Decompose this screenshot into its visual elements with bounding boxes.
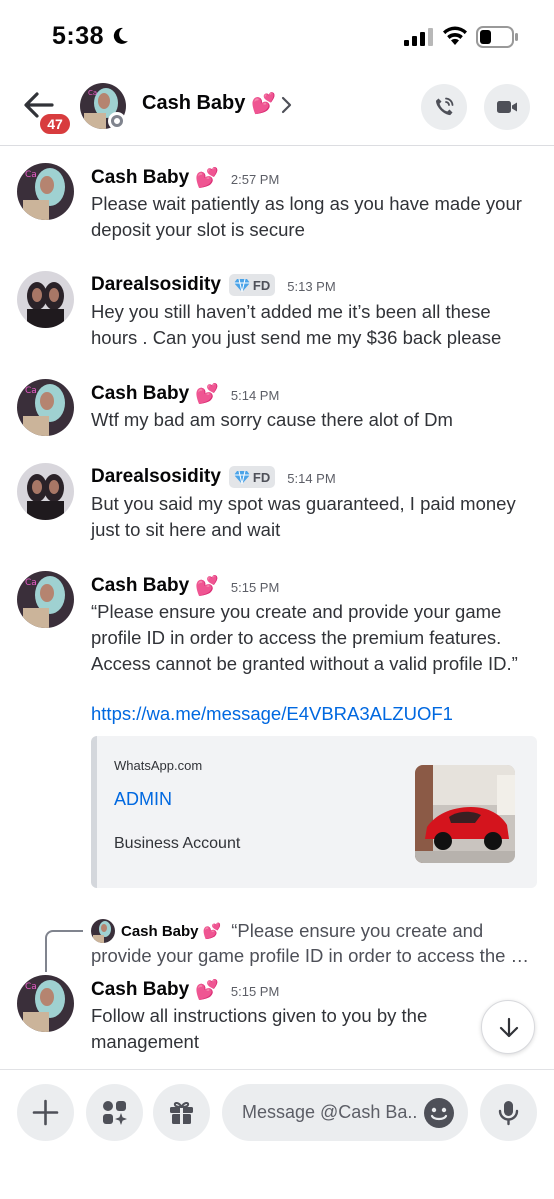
gift-icon xyxy=(170,1101,193,1124)
timestamp: 5:15 PM xyxy=(230,984,280,999)
timestamp: 5:14 PM xyxy=(287,471,336,486)
message-header: Cash Baby 💕 5:15 PM xyxy=(91,978,279,1002)
gem-icon xyxy=(233,278,250,292)
reply-preview-text: provide your game profile ID in order to… xyxy=(91,945,530,966)
video-call-button[interactable] xyxy=(484,84,530,130)
svg-text:Ca: Ca xyxy=(88,89,97,97)
author-name[interactable]: Cash Baby xyxy=(91,383,189,405)
svg-text:Ca: Ca xyxy=(25,170,37,180)
reply-author: Cash Baby xyxy=(121,922,199,940)
message-text: But you said my spot was guaranteed, I p… xyxy=(91,493,516,540)
message-list[interactable]: Ca Cash Baby 💕 2:57 PM Please wait patie… xyxy=(0,147,554,1069)
avatar[interactable]: Ca xyxy=(17,379,74,436)
message-text: Follow all instructions given to you by … xyxy=(91,1005,428,1052)
author-name[interactable]: Darealsosidity xyxy=(91,274,221,296)
timestamp: 5:14 PM xyxy=(230,388,280,403)
emoji-icon xyxy=(424,1098,454,1128)
svg-text:Ca: Ca xyxy=(25,578,37,588)
wifi-icon xyxy=(443,26,467,45)
message-text: Hey you still haven’t added me it’s been… xyxy=(91,301,502,348)
microphone-icon xyxy=(498,1101,519,1126)
message-text: “Please ensure you create and provide yo… xyxy=(91,601,518,674)
offline-status-indicator xyxy=(108,112,126,130)
badge-text: FD xyxy=(252,277,271,293)
svg-text:Ca: Ca xyxy=(25,982,37,992)
message-text: Please wait patiently as long as you hav… xyxy=(91,193,522,240)
voice-message-button[interactable] xyxy=(480,1084,537,1141)
jump-to-present-button[interactable] xyxy=(481,1000,535,1054)
timestamp: 2:57 PM xyxy=(230,172,280,187)
embed-provider[interactable]: WhatsApp.com xyxy=(114,758,202,773)
reply-preview[interactable]: Cash Baby 💕 “Please ensure you create an… xyxy=(91,919,483,943)
author-name[interactable]: Darealsosidity xyxy=(91,466,221,488)
author-name[interactable]: Cash Baby xyxy=(91,575,189,597)
heart-emoji: 💕 xyxy=(195,980,219,1001)
channel-title[interactable]: Cash Baby 💕 xyxy=(142,91,276,116)
heart-emoji: 💕 xyxy=(195,576,219,597)
message-header: Darealsosidity FD 5:13 PM xyxy=(91,274,336,296)
embed-description: Business Account xyxy=(114,835,241,852)
message-header: Cash Baby 💕 2:57 PM xyxy=(91,166,279,190)
apps-button[interactable] xyxy=(86,1084,143,1141)
emoji-button[interactable] xyxy=(423,1097,455,1129)
channel-title-text: Cash Baby xyxy=(142,92,246,114)
gem-icon xyxy=(233,470,250,484)
apps-icon xyxy=(103,1101,127,1125)
message-header: Cash Baby 💕 5:14 PM xyxy=(91,382,279,406)
phone-call-icon xyxy=(436,97,454,116)
message-link[interactable]: https://wa.me/message/E4VBRA3ALZUOF1 xyxy=(91,703,453,725)
heart-emoji: 💕 xyxy=(195,168,219,189)
svg-text:Ca: Ca xyxy=(25,386,37,396)
badge-text: FD xyxy=(252,469,271,485)
message-header: Darealsosidity FD 5:14 PM xyxy=(91,466,336,488)
avatar[interactable]: Ca xyxy=(17,571,74,628)
avatar[interactable] xyxy=(17,463,74,520)
message-text: Wtf my bad am sorry cause there alot of … xyxy=(91,409,453,430)
reply-connector xyxy=(45,930,83,972)
heart-emoji: 💕 xyxy=(195,384,219,405)
moon-icon xyxy=(113,27,128,44)
server-tag-badge: FD xyxy=(228,466,276,488)
attach-button[interactable] xyxy=(17,1084,74,1141)
heart-emoji: 💕 xyxy=(202,923,222,940)
author-name[interactable]: Cash Baby xyxy=(91,979,189,1001)
arrow-down-icon xyxy=(499,1017,519,1038)
avatar xyxy=(91,919,115,943)
unread-badge: 47 xyxy=(38,112,72,136)
link-embed[interactable]: WhatsApp.com ADMIN Business Account xyxy=(91,736,537,888)
server-tag-badge: FD xyxy=(228,274,276,296)
reply-preview-text: “Please ensure you create and xyxy=(231,920,484,941)
timestamp: 5:15 PM xyxy=(230,580,280,595)
avatar[interactable]: Ca xyxy=(17,163,74,220)
message-composer xyxy=(0,1069,554,1199)
cellular-signal-icon xyxy=(404,28,433,46)
video-camera-icon xyxy=(497,101,517,113)
author-name[interactable]: Cash Baby xyxy=(91,167,189,189)
voice-call-button[interactable] xyxy=(421,84,467,130)
avatar[interactable]: Ca xyxy=(17,975,74,1032)
channel-header: 47 Ca Cash Baby 💕 xyxy=(0,72,554,146)
timestamp: 5:13 PM xyxy=(287,279,336,294)
message-header: Cash Baby 💕 5:15 PM xyxy=(91,574,279,598)
gift-button[interactable] xyxy=(153,1084,210,1141)
embed-title[interactable]: ADMIN xyxy=(114,789,172,810)
battery-icon xyxy=(476,26,518,48)
heart-emoji: 💕 xyxy=(251,93,277,115)
plus-icon xyxy=(32,1099,59,1126)
avatar[interactable] xyxy=(17,271,74,328)
embed-thumbnail[interactable] xyxy=(415,765,515,863)
chevron-right-icon[interactable] xyxy=(280,96,292,114)
status-time: 5:38 xyxy=(52,22,105,50)
status-bar: 5:38 xyxy=(0,0,554,72)
